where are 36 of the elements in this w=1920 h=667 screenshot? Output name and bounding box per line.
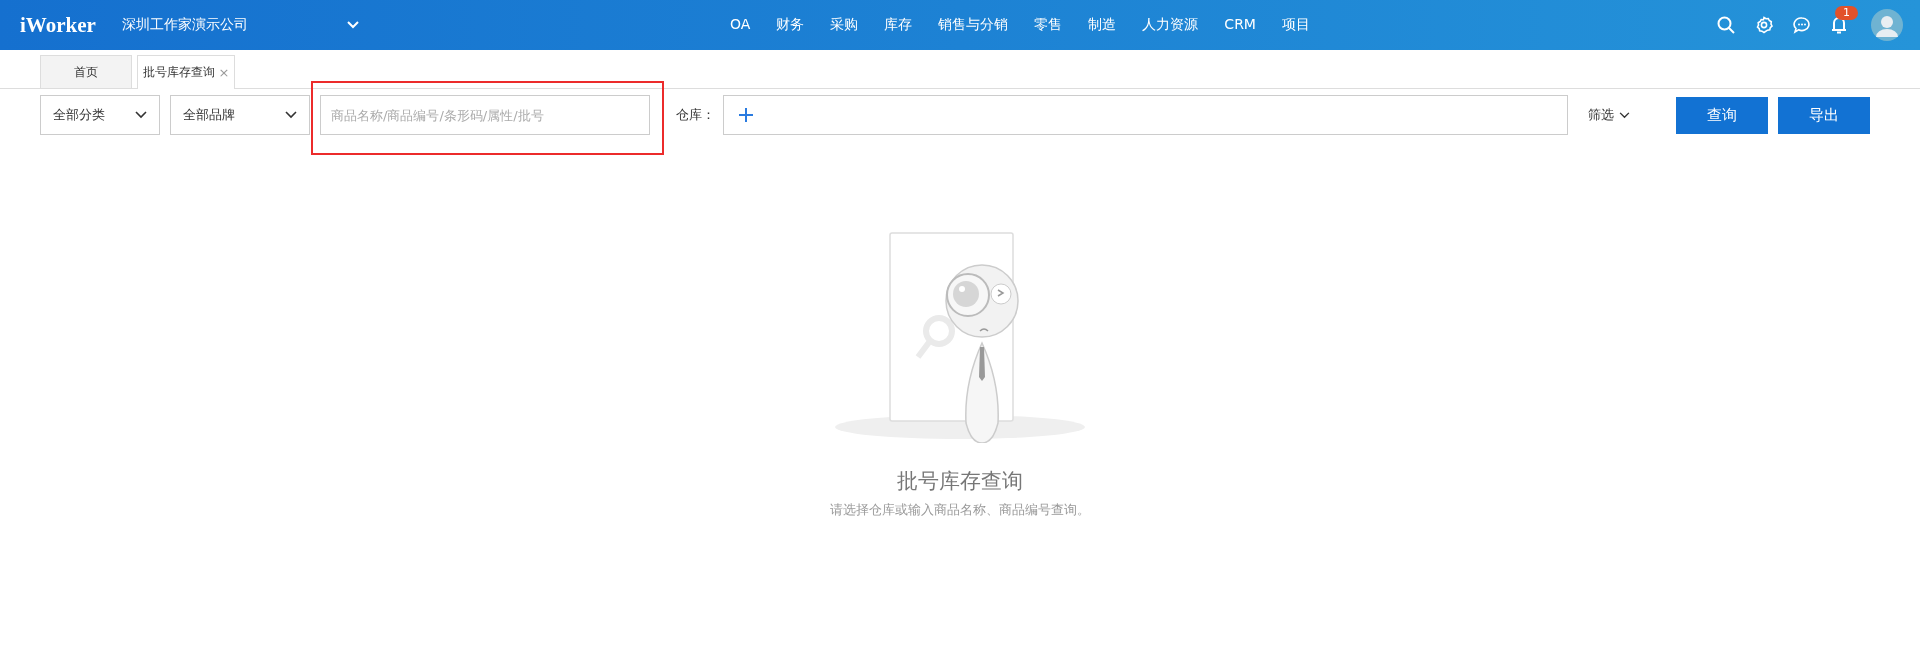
action-button[interactable]: 查询 [1676, 96, 1768, 134]
nav-menu-item[interactable]: 零售 [1034, 16, 1063, 34]
nav-menu-item[interactable]: CRM [1224, 16, 1256, 34]
empty-state-title: 批号库存查询 [897, 468, 1023, 495]
search-field[interactable]: 商品名称/商品编号/条形码/属性/批号 [320, 95, 650, 135]
category-dropdown[interactable]: 全部分类 [40, 95, 160, 135]
page-tab[interactable]: 首页 [40, 55, 132, 88]
nav-menu-item[interactable]: 人力资源 [1142, 16, 1199, 34]
close-icon[interactable]: × [218, 65, 230, 80]
warehouse-label: 仓库： [676, 106, 715, 124]
chevron-down-icon [135, 111, 147, 119]
empty-state-message: 请选择仓库或输入商品名称、商品编号查询。 [830, 501, 1090, 519]
nav-menu-item[interactable]: 制造 [1088, 16, 1117, 34]
nav-menu-item[interactable]: OA [730, 16, 751, 34]
page-tab[interactable]: 批号库存查询 × [137, 55, 235, 89]
chat-bubble-icon[interactable] [1793, 16, 1811, 34]
chevron-down-icon[interactable] [346, 21, 359, 29]
nav-menu-item[interactable]: 财务 [776, 16, 805, 34]
action-button[interactable]: 导出 [1778, 96, 1870, 134]
bell-icon[interactable] [1831, 16, 1847, 34]
company-name[interactable]: 深圳工作家演示公司 [121, 16, 347, 34]
app-logo[interactable]: iWorker [20, 12, 96, 38]
filter-dropdown[interactable]: 筛选 [1588, 106, 1630, 124]
chevron-down-icon [285, 111, 297, 119]
nav-menu-item[interactable]: 库存 [884, 16, 913, 34]
brand-dropdown[interactable]: 全部品牌 [170, 95, 310, 135]
notification-badge: 1 [1835, 6, 1858, 20]
warehouse-field[interactable] [723, 95, 1568, 135]
settings-icon[interactable] [1755, 16, 1773, 34]
nav-menu-item[interactable]: 项目 [1281, 16, 1310, 34]
nav-menu-item[interactable]: 采购 [830, 16, 859, 34]
search-icon[interactable] [1717, 16, 1735, 34]
avatar-icon[interactable] [1871, 9, 1903, 41]
plus-icon[interactable] [739, 108, 753, 122]
nav-menu-item[interactable]: 销售与分销 [938, 16, 1009, 34]
chevron-down-icon [1619, 111, 1630, 119]
